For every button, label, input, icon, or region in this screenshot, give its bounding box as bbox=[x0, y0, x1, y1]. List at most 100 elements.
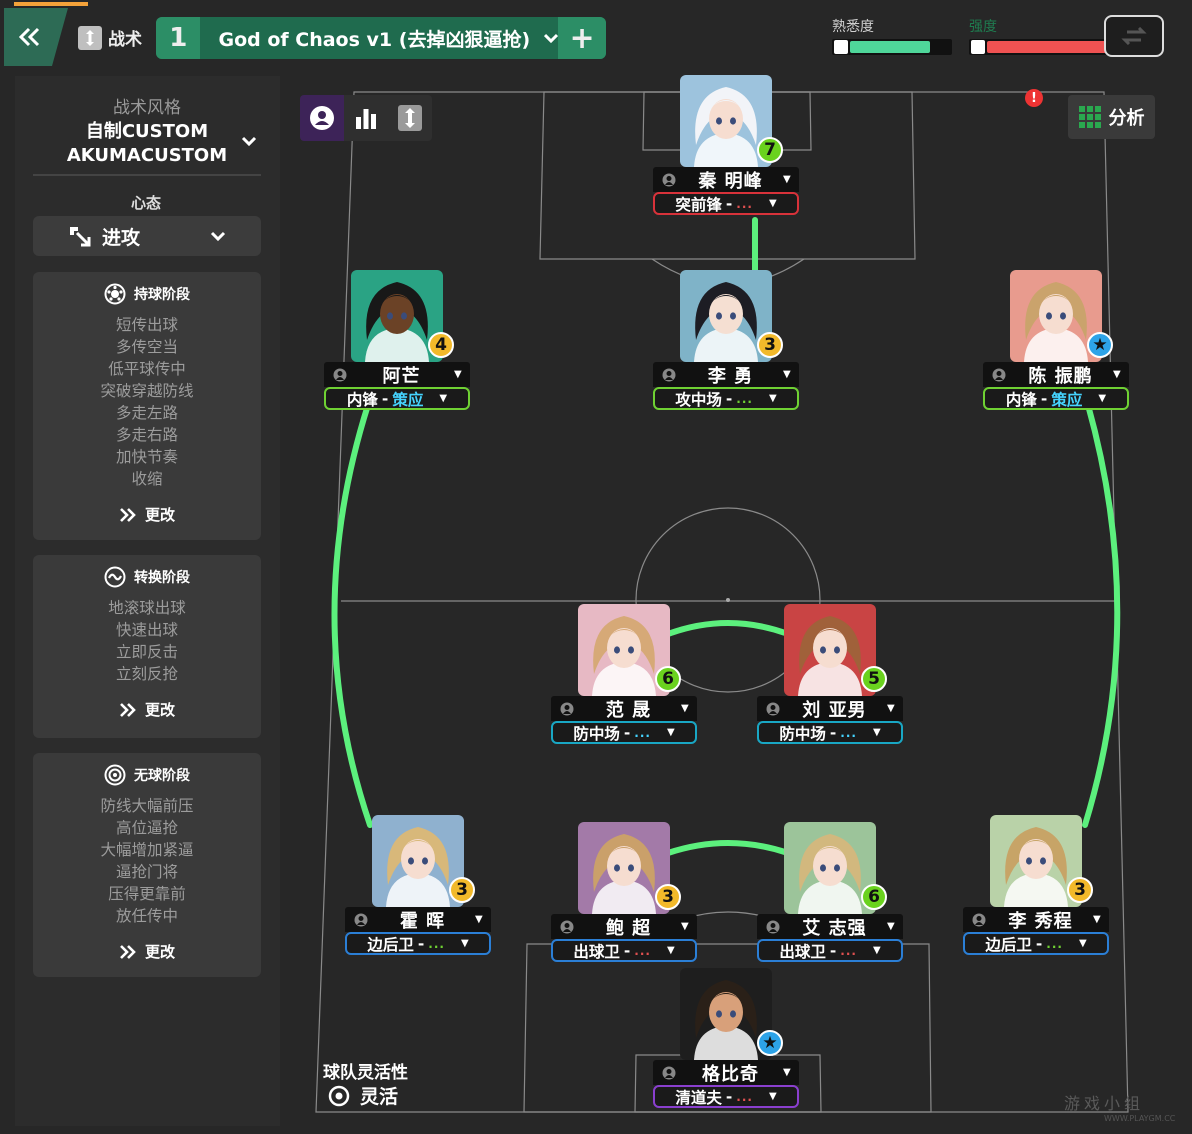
role-separator: - bbox=[725, 389, 733, 408]
player-name-dropdown[interactable]: 范 晟 ▼ bbox=[551, 696, 697, 721]
analysis-button[interactable]: 分析 bbox=[1068, 95, 1155, 139]
player-rating: 6 bbox=[655, 666, 681, 692]
player-name-dropdown[interactable]: 秦 明峰 ▼ bbox=[653, 167, 799, 192]
watermark-logo: 游戏小组 bbox=[1064, 1094, 1145, 1113]
player-rating: 4 bbox=[428, 332, 454, 358]
player-role: 内锋 bbox=[346, 390, 378, 409]
player-role-dropdown[interactable]: 防中场 - ... ▼ bbox=[551, 721, 697, 744]
player-duty: 策应 bbox=[392, 390, 424, 409]
tactics-view-button[interactable] bbox=[388, 95, 432, 141]
player-role: 防中场 bbox=[779, 724, 826, 743]
player-role-dropdown[interactable]: 出球卫 - ... ▼ bbox=[551, 939, 697, 962]
player-role: 清道夫 bbox=[675, 1088, 722, 1107]
caret-down-icon: ▼ bbox=[783, 369, 791, 380]
warning-icon[interactable]: ! bbox=[1025, 89, 1043, 107]
player-duty: ... bbox=[428, 936, 445, 951]
stats-view-button[interactable] bbox=[344, 95, 388, 141]
player-duty: ... bbox=[736, 391, 753, 406]
caret-down-icon: ▼ bbox=[783, 1067, 791, 1078]
player-name-dropdown[interactable]: 霍 晖 ▼ bbox=[345, 907, 491, 932]
caret-down-icon: ▼ bbox=[872, 727, 881, 738]
caret-down-icon: ▼ bbox=[454, 369, 462, 380]
player-role-dropdown[interactable]: 防中场 - ... ▼ bbox=[757, 721, 903, 744]
player-role: 内锋 bbox=[1005, 390, 1037, 409]
flexibility-value: 灵活 bbox=[360, 1086, 399, 1108]
player-name-dropdown[interactable]: 刘 亚男 ▼ bbox=[757, 696, 903, 721]
player-name: 阿芒 bbox=[382, 365, 421, 387]
caret-down-icon: ▼ bbox=[783, 174, 791, 185]
player-rating: 5 bbox=[861, 666, 887, 692]
player-name-dropdown[interactable]: 阿芒 ▼ bbox=[324, 362, 470, 387]
role-separator: - bbox=[829, 941, 837, 960]
role-separator: - bbox=[417, 934, 425, 953]
player-name-dropdown[interactable]: 李 勇 ▼ bbox=[653, 362, 799, 387]
caret-down-icon: ▼ bbox=[1078, 938, 1087, 949]
user-icon bbox=[354, 913, 370, 927]
player-icon bbox=[310, 106, 334, 130]
caret-down-icon: ▼ bbox=[887, 703, 895, 714]
player-rating: ★ bbox=[1087, 332, 1113, 358]
player-role: 出球卫 bbox=[573, 942, 620, 961]
caret-down-icon: ▼ bbox=[681, 921, 689, 932]
player-rating: 3 bbox=[1067, 877, 1093, 903]
player-name-dropdown[interactable]: 鲍 超 ▼ bbox=[551, 914, 697, 939]
caret-down-icon: ▼ bbox=[439, 393, 448, 404]
view-toggle-group bbox=[300, 95, 432, 141]
player-rating: ★ bbox=[757, 1030, 783, 1056]
player-name: 秦 明峰 bbox=[698, 170, 763, 192]
user-icon bbox=[560, 920, 576, 934]
grid-icon bbox=[1078, 106, 1101, 128]
caret-down-icon: ▼ bbox=[681, 703, 689, 714]
player-role-dropdown[interactable]: 突前锋 - ... ▼ bbox=[653, 192, 799, 215]
player-name-dropdown[interactable]: 李 秀程 ▼ bbox=[963, 907, 1109, 932]
caret-down-icon: ▼ bbox=[872, 945, 881, 956]
player-role-dropdown[interactable]: 内锋 - 策应 ▼ bbox=[983, 387, 1129, 410]
user-icon bbox=[992, 368, 1008, 382]
user-icon bbox=[972, 913, 988, 927]
tactics-icon bbox=[398, 105, 422, 131]
player-name: 范 晟 bbox=[605, 699, 652, 721]
team-flexibility-label: 球队灵活性 bbox=[323, 1063, 408, 1083]
player-role-dropdown[interactable]: 边后卫 - ... ▼ bbox=[345, 932, 491, 955]
link-line bbox=[665, 840, 791, 856]
player-role-dropdown[interactable]: 内锋 - 策应 ▼ bbox=[324, 387, 470, 410]
caret-down-icon: ▼ bbox=[887, 921, 895, 932]
player-name: 鲍 超 bbox=[605, 917, 652, 939]
pitch-lines bbox=[315, 91, 1129, 1113]
user-icon bbox=[560, 702, 576, 716]
user-icon bbox=[766, 920, 782, 934]
role-separator: - bbox=[623, 723, 631, 742]
player-name-dropdown[interactable]: 格比奇 ▼ bbox=[653, 1060, 799, 1085]
player-name-dropdown[interactable]: 艾 志强 ▼ bbox=[757, 914, 903, 939]
role-separator: - bbox=[1040, 389, 1048, 408]
caret-down-icon: ▼ bbox=[768, 1091, 777, 1102]
caret-down-icon: ▼ bbox=[1093, 914, 1101, 925]
player-role-dropdown[interactable]: 边后卫 - ... ▼ bbox=[963, 932, 1109, 955]
user-icon bbox=[662, 1066, 678, 1080]
player-role: 出球卫 bbox=[779, 942, 826, 961]
player-name: 格比奇 bbox=[702, 1063, 759, 1085]
player-rating: 3 bbox=[757, 332, 783, 358]
caret-down-icon: ▼ bbox=[1113, 369, 1121, 380]
player-role-dropdown[interactable]: 清道夫 - ... ▼ bbox=[653, 1085, 799, 1108]
player-duty: ... bbox=[736, 196, 753, 211]
user-icon bbox=[662, 368, 678, 382]
player-role-dropdown[interactable]: 出球卫 - ... ▼ bbox=[757, 939, 903, 962]
player-role-dropdown[interactable]: 攻中场 - ... ▼ bbox=[653, 387, 799, 410]
player-duty: ... bbox=[840, 725, 857, 740]
player-duty: ... bbox=[736, 1089, 753, 1104]
analysis-label: 分析 bbox=[1108, 108, 1145, 129]
pitch bbox=[315, 91, 1129, 1113]
user-icon bbox=[333, 368, 349, 382]
center-spot bbox=[726, 598, 730, 602]
player-name: 李 秀程 bbox=[1008, 910, 1073, 932]
player-name-dropdown[interactable]: 陈 振鹏 ▼ bbox=[983, 362, 1129, 387]
player-rating: 3 bbox=[655, 884, 681, 910]
watermark-url: WWW.PLAYGM.CC bbox=[1104, 1114, 1176, 1123]
team-flexibility-value[interactable]: 灵活 bbox=[328, 1082, 398, 1109]
player-view-button[interactable] bbox=[300, 95, 344, 141]
target-icon bbox=[328, 1085, 350, 1106]
player-duty: 策应 bbox=[1051, 390, 1083, 409]
caret-down-icon: ▼ bbox=[475, 914, 483, 925]
caret-down-icon: ▼ bbox=[460, 938, 469, 949]
